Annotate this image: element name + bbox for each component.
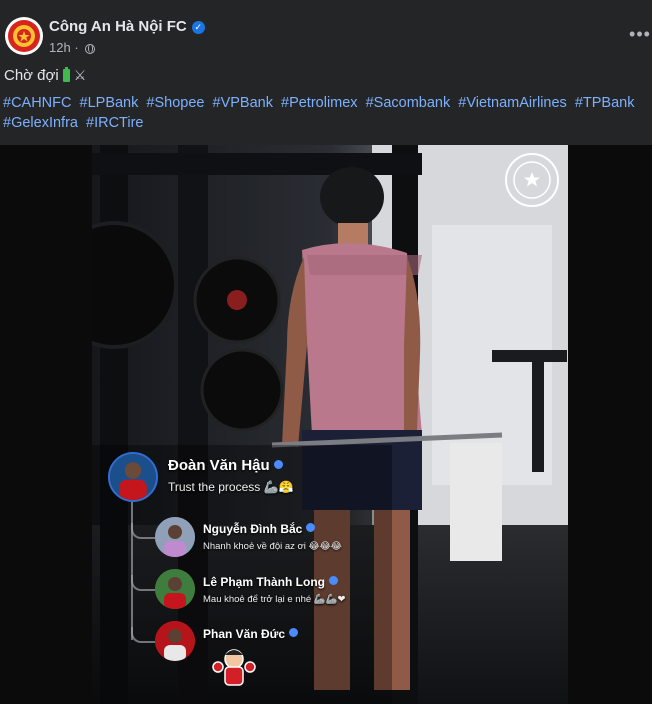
reply-name[interactable]: Nguyễn Đình Bắc [203,522,316,536]
author-avatar[interactable] [108,452,158,502]
post-meta: 12h · [49,40,96,55]
club-logo-icon [6,18,42,54]
page-name[interactable]: Công An Hà Nội FC ✓ [49,18,205,35]
page-avatar[interactable] [5,17,43,55]
player-avatar-icon [155,621,195,661]
public-globe-icon [85,44,96,54]
thread-branch [131,523,155,539]
club-crest-watermark [505,153,559,207]
reply-text-content: Mau khoẻ để trở lại e nhé [203,594,312,605]
hashtag-link[interactable]: #Shopee [146,95,204,111]
reply-avatar[interactable] [155,621,195,661]
cartoon-sticker-icon [210,645,258,691]
post-photo[interactable] [92,145,568,704]
photo-area[interactable]: Đoàn Văn Hậu Trust the process 🦾😤 Nguyễn… [0,145,652,704]
reply-text: Nhanh khoẻ về đội az ơi 😂😂😂 [203,541,342,552]
hashtag-link[interactable]: #GelexInfra [3,115,78,131]
hashtag-link[interactable]: #IRCTire [86,115,143,131]
page-name-text[interactable]: Công An Hà Nội FC [49,18,187,35]
hashtag-link[interactable]: #VietnamAirlines [458,95,567,111]
post-caption: Chờ đợi ⚔ [4,67,86,84]
verified-badge-icon [306,523,316,532]
thread-branch [131,627,155,643]
verified-badge-icon: ✓ [191,21,205,34]
story-author-name[interactable]: Đoàn Văn Hậu [168,457,283,474]
reply-name-text[interactable]: Phan Văn Đức [203,627,285,641]
emoji-icons: 🦾🦾❤ [313,594,346,605]
player-avatar-icon [155,569,195,609]
verified-badge-icon [289,628,299,637]
reply-name[interactable]: Phan Văn Đức [203,627,299,641]
caption-text: Chờ đợi [4,67,59,84]
facebook-post: Công An Hà Nội FC ✓ 12h · ••• Chờ đợi ⚔ #C… [0,0,652,704]
gym-photo-illustration [92,145,568,704]
verified-badge-icon [329,576,338,585]
post-time[interactable]: 12h [49,40,71,55]
reply-text: Mau khoẻ để trở lại e nhé 🦾🦾❤ [203,594,345,605]
hashtag-link[interactable]: #TPBank [575,95,635,111]
hashtag-link[interactable]: #Sacombank [366,95,451,111]
story-text: Trust the process 🦾😤 [168,480,294,494]
crossed-swords-icon: ⚔ [73,67,87,83]
hashtag-list: #CAHNFC #LPBank #Shopee #VPBank #Petroli… [3,93,643,133]
author-name-text[interactable]: Đoàn Văn Hậu [168,457,270,474]
hashtag-link[interactable]: #CAHNFC [3,95,71,111]
player-avatar-icon [155,517,195,557]
reply-name-text[interactable]: Lê Phạm Thành Long [203,575,325,589]
reply-avatar[interactable] [155,517,195,557]
reply-name[interactable]: Lê Phạm Thành Long [203,575,338,589]
emoji-icons: 🦾😤 [263,480,294,494]
hashtag-link[interactable]: #LPBank [80,95,139,111]
story-text-content: Trust the process [168,480,261,494]
battery-icon [62,67,70,82]
hashtag-link[interactable]: #VPBank [213,95,273,111]
player-avatar-icon [110,454,156,500]
verified-badge-icon [273,460,283,469]
emoji-icons: 😂😂😂 [308,541,342,552]
thread-branch [131,575,155,591]
hashtag-link[interactable]: #Petrolimex [281,95,358,111]
reply-name-text[interactable]: Nguyễn Đình Bắc [203,522,302,536]
more-options-icon[interactable]: ••• [626,24,652,44]
reply-text-content: Nhanh khoẻ về đội az ơi [203,541,306,552]
reply-avatar[interactable] [155,569,195,609]
